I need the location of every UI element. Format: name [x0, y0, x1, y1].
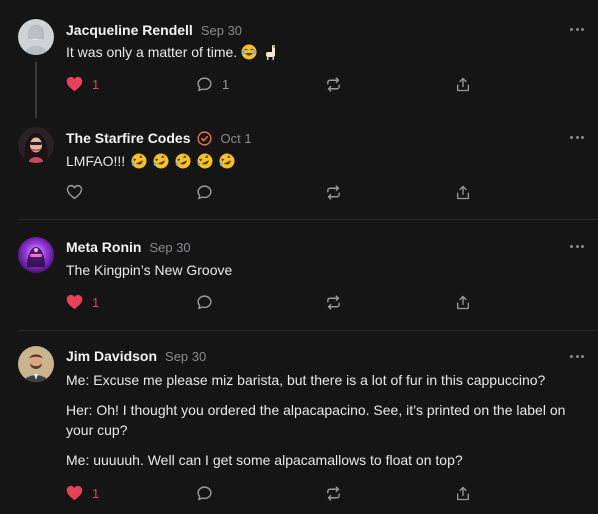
heart-outline-icon — [66, 184, 83, 200]
repost-button[interactable] — [325, 74, 342, 94]
heart-icon — [66, 485, 83, 501]
post-date[interactable]: Sep 30 — [165, 349, 206, 364]
thread-connector — [35, 62, 37, 118]
like-button[interactable]: 1 — [66, 483, 99, 503]
share-icon — [457, 77, 469, 91]
action-bar: 1 1 — [66, 74, 486, 94]
share-button[interactable] — [455, 74, 471, 94]
post-body: Me: Excuse me please miz barista, but th… — [66, 370, 586, 470]
reply-button[interactable] — [196, 483, 222, 503]
heart-icon — [66, 294, 83, 310]
reply-button[interactable] — [196, 292, 222, 312]
action-bar — [66, 182, 486, 202]
repost-button[interactable] — [325, 483, 342, 503]
like-count: 1 — [92, 485, 100, 501]
share-icon — [457, 185, 469, 199]
post-date[interactable]: Oct 1 — [220, 131, 251, 146]
post-date[interactable]: Sep 30 — [149, 240, 190, 255]
repost-button[interactable] — [325, 292, 342, 312]
more-dots-icon[interactable] — [570, 24, 584, 34]
rofl-emoji — [153, 153, 169, 169]
post-body: LMFAO!!! — [66, 151, 586, 171]
like-button[interactable] — [66, 182, 92, 202]
reply-button[interactable]: 1 — [196, 74, 229, 94]
laughing-tears-emoji — [241, 44, 257, 60]
post-paragraph: Me: Excuse me please miz barista, but th… — [66, 372, 546, 388]
post-header: The Starfire Codes Oct 1 — [66, 128, 252, 148]
share-button[interactable] — [455, 292, 471, 312]
share-icon — [457, 295, 469, 309]
author-name[interactable]: Jacqueline Rendell — [66, 22, 193, 38]
repost-button[interactable] — [325, 182, 342, 202]
avatar[interactable] — [18, 237, 54, 273]
post-header: Jacqueline Rendell Sep 30 — [66, 20, 242, 40]
post-text: LMFAO!!! — [66, 153, 126, 169]
like-count: 1 — [92, 294, 100, 310]
author-name[interactable]: The Starfire Codes — [66, 130, 190, 146]
post-paragraph: Her: Oh! I thought you ordered the alpac… — [66, 402, 566, 438]
verified-badge-icon — [197, 130, 213, 146]
rofl-emoji-group — [131, 153, 237, 169]
post-divider — [18, 330, 598, 331]
thread: Jacqueline Rendell Sep 30 It was only a … — [0, 0, 598, 514]
more-dots-icon[interactable] — [570, 241, 584, 251]
action-bar: 1 — [66, 483, 486, 503]
action-bar: 1 — [66, 292, 486, 312]
repost-icon — [327, 76, 340, 92]
post-text: The Kingpin’s New Groove — [66, 262, 233, 278]
author-name[interactable]: Jim Davidson — [66, 348, 157, 364]
rofl-emoji — [131, 153, 147, 169]
rofl-emoji — [175, 153, 191, 169]
more-dots-icon[interactable] — [570, 351, 584, 361]
more-dots-icon[interactable] — [570, 132, 584, 142]
rofl-emoji — [197, 153, 213, 169]
avatar[interactable] — [18, 19, 54, 55]
repost-icon — [327, 294, 340, 310]
llama-emoji — [263, 44, 279, 60]
avatar[interactable] — [18, 346, 54, 382]
like-count: 1 — [92, 76, 100, 92]
post-divider — [18, 219, 598, 220]
post-body: It was only a matter of time. — [66, 42, 586, 62]
share-button[interactable] — [455, 483, 471, 503]
post-paragraph: Me: uuuuuh. Well can I get some alpacama… — [66, 452, 463, 468]
share-button[interactable] — [455, 182, 471, 202]
post-date[interactable]: Sep 30 — [201, 23, 242, 38]
reply-bubble-icon — [197, 294, 212, 309]
rofl-emoji — [219, 153, 235, 169]
repost-icon — [327, 485, 340, 501]
reply-count: 1 — [222, 76, 230, 92]
like-button[interactable]: 1 — [66, 292, 99, 312]
post-body: The Kingpin’s New Groove — [66, 260, 586, 280]
heart-icon — [66, 76, 83, 92]
like-button[interactable]: 1 — [66, 74, 99, 94]
share-icon — [457, 486, 469, 500]
reply-bubble-icon — [197, 76, 212, 91]
reply-bubble-icon — [197, 184, 212, 199]
reply-bubble-icon — [197, 485, 212, 500]
avatar[interactable] — [18, 127, 54, 163]
post-header: Jim Davidson Sep 30 — [66, 346, 206, 366]
reply-button[interactable] — [196, 182, 222, 202]
post-header: Meta Ronin Sep 30 — [66, 237, 191, 257]
post-text: It was only a matter of time. — [66, 44, 238, 60]
repost-icon — [327, 184, 340, 200]
author-name[interactable]: Meta Ronin — [66, 239, 141, 255]
